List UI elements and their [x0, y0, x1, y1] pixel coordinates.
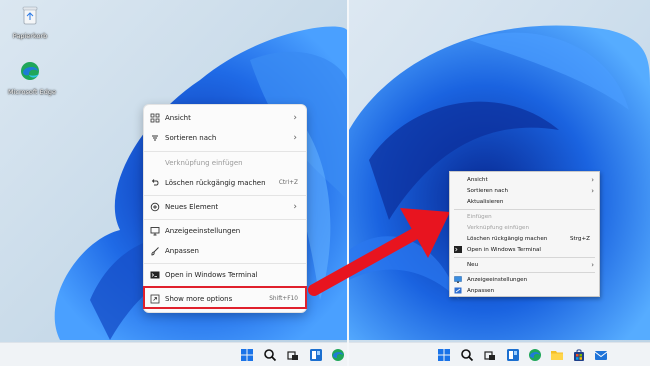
menu-item-label: Löschen rückgängig machen — [467, 235, 548, 242]
menu-item-shortcut: Strg+Z — [569, 235, 590, 242]
display-icon — [454, 276, 462, 283]
menu-separator — [454, 209, 595, 210]
context-menu-classic: Ansicht › Sortieren nach › Aktualisieren… — [449, 171, 600, 297]
menu-item-einfuegen: Einfügen — [450, 211, 599, 222]
taskbar-right — [349, 342, 650, 366]
recycle-bin-icon — [22, 6, 38, 25]
chevron-right-icon: › — [591, 260, 594, 269]
menu-item-verknuepfung: Verknüpfung einfügen — [144, 153, 306, 173]
chevron-right-icon: › — [293, 113, 297, 123]
mail-icon[interactable] — [594, 348, 608, 362]
widgets-icon[interactable] — [309, 348, 323, 362]
task-view-icon[interactable] — [286, 348, 300, 362]
menu-item-windows-terminal[interactable]: Open in Windows Terminal — [144, 265, 306, 285]
menu-item-label: Ansicht — [467, 176, 488, 183]
display-icon — [150, 227, 160, 236]
menu-separator — [454, 272, 595, 273]
chevron-right-icon: › — [293, 202, 297, 212]
desktop-icon-recycle-bin[interactable]: Papierkorb — [8, 4, 52, 40]
menu-item-shortcut: Ctrl+Z — [278, 180, 298, 186]
context-menu-modern: Ansicht › Sortieren nach › Verknüpfung e… — [143, 104, 307, 313]
task-view-icon[interactable] — [483, 348, 497, 362]
menu-item-label: Neues Element — [165, 203, 219, 211]
menu-item-label: Open in Windows Terminal — [467, 246, 541, 253]
edge-taskbar-icon[interactable] — [331, 348, 345, 362]
menu-item-ansicht[interactable]: Ansicht › — [144, 108, 306, 128]
menu-separator — [144, 219, 306, 220]
start-icon[interactable] — [240, 348, 254, 362]
menu-item-anzeigeeinstellungen[interactable]: Anzeigeeinstellungen — [450, 274, 599, 285]
sort-icon — [152, 135, 158, 141]
menu-separator — [144, 151, 306, 152]
start-icon[interactable] — [437, 348, 451, 362]
chevron-right-icon: › — [591, 175, 594, 184]
menu-item-windows-terminal[interactable]: Open in Windows Terminal — [450, 244, 599, 255]
personalize-icon — [454, 287, 462, 294]
chevron-right-icon: › — [591, 186, 594, 195]
new-item-icon — [150, 202, 160, 212]
menu-item-label: Verknüpfung einfügen — [467, 224, 529, 231]
desktop-icon-edge[interactable]: Microsoft Edge — [8, 60, 57, 96]
menu-item-label: Neu — [467, 261, 479, 268]
menu-item-neu[interactable]: Neu › — [450, 259, 599, 270]
file-explorer-icon[interactable] — [550, 348, 564, 362]
menu-item-anzeigeeinstellungen[interactable]: Anzeigeeinstellungen — [144, 221, 306, 241]
chevron-right-icon: › — [293, 133, 297, 143]
menu-item-sortieren[interactable]: Sortieren nach › — [144, 128, 306, 148]
menu-item-label: Aktualisieren — [467, 198, 504, 205]
terminal-icon — [454, 246, 462, 253]
arrow-icon — [308, 208, 450, 296]
store-icon[interactable] — [572, 348, 586, 362]
edge-taskbar-icon[interactable] — [528, 348, 542, 362]
terminal-icon — [150, 271, 160, 279]
menu-item-label: Ansicht — [165, 114, 191, 122]
menu-item-anpassen[interactable]: Anpassen — [144, 241, 306, 261]
desktop-icon-label: Papierkorb — [12, 32, 48, 40]
menu-item-label: Open in Windows Terminal — [165, 271, 258, 279]
grid-icon — [150, 113, 160, 123]
menu-separator — [144, 195, 306, 196]
brush-icon — [151, 247, 159, 256]
menu-item-label: Einfügen — [467, 213, 492, 220]
menu-item-undo[interactable]: Löschen rückgängig machen Ctrl+Z — [144, 173, 306, 193]
menu-item-label: Anzeigeeinstellungen — [165, 227, 241, 235]
search-icon[interactable] — [263, 348, 277, 362]
menu-item-label: Sortieren nach — [165, 134, 217, 142]
widgets-icon[interactable] — [506, 348, 520, 362]
undo-icon — [151, 179, 159, 186]
menu-item-label: Löschen rückgängig machen — [165, 179, 266, 187]
desktop-icon-label: Microsoft Edge — [8, 88, 57, 96]
menu-item-label: Anzeigeeinstellungen — [467, 276, 528, 283]
highlight-box — [143, 286, 307, 309]
edge-icon — [21, 62, 39, 80]
menu-item-ansicht[interactable]: Ansicht › — [450, 174, 599, 185]
menu-item-sortieren[interactable]: Sortieren nach › — [450, 185, 599, 196]
menu-item-neues-element[interactable]: Neues Element › — [144, 197, 306, 217]
menu-item-label: Anpassen — [165, 247, 199, 255]
menu-item-label: Sortieren nach — [467, 187, 508, 194]
taskbar-left — [0, 342, 347, 366]
menu-separator — [454, 257, 595, 258]
menu-item-label: Verknüpfung einfügen — [165, 159, 243, 167]
menu-item-label: Anpassen — [467, 287, 495, 294]
menu-item-verknuepfung: Verknüpfung einfügen — [450, 222, 599, 233]
menu-item-aktualisieren[interactable]: Aktualisieren — [450, 196, 599, 207]
menu-separator — [144, 263, 306, 264]
menu-item-undo[interactable]: Löschen rückgängig machen Strg+Z — [450, 233, 599, 244]
menu-item-anpassen[interactable]: Anpassen — [450, 285, 599, 296]
search-icon[interactable] — [460, 348, 474, 362]
